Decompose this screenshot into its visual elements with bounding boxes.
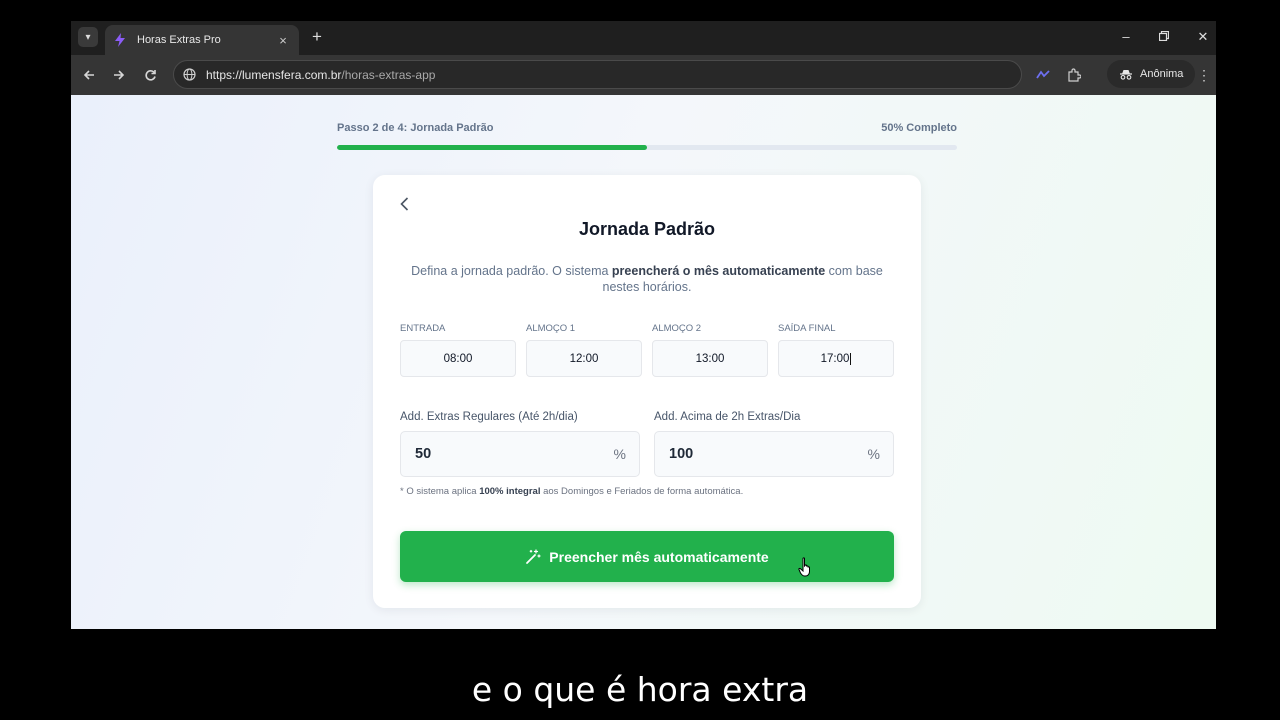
magic-wand-icon (525, 548, 541, 565)
note-part-2: aos Domingos e Feriados de forma automát… (540, 486, 744, 497)
percent-sign: % (867, 446, 880, 462)
time-field-entrada: Entrada 08:00 (400, 323, 516, 377)
time-field-almoco-1: Almoço 1 12:00 (526, 323, 642, 377)
forward-icon[interactable] (109, 65, 129, 85)
tab-title: Horas Extras Pro (137, 34, 221, 46)
incognito-icon (1119, 69, 1133, 80)
text-caret (850, 352, 852, 365)
time-label: Almoço 2 (652, 323, 702, 334)
video-subtitle: e o que é hora extra (471, 670, 809, 709)
back-chevron-icon[interactable] (395, 195, 413, 213)
note-part-1: * O sistema aplica (400, 486, 480, 497)
extras-regulares-label: Add. Extras Regulares (Até 2h/dia) (400, 411, 578, 423)
app-page: Passo 2 de 4: Jornada Padrão 50% Complet… (71, 95, 1216, 629)
extras-acima-field: Add. Acima de 2h Extras/Dia 100 % (654, 411, 894, 477)
address-bar[interactable]: https://lumensfera.com.br/horas-extras-a… (173, 60, 1022, 89)
extras-acima-input[interactable]: 100 % (654, 431, 894, 477)
extras-regulares-field: Add. Extras Regulares (Até 2h/dia) 50 % (400, 411, 640, 477)
desc-bold: preencherá o mês automaticamente (611, 264, 826, 278)
extras-acima-label: Add. Acima de 2h Extras/Dia (654, 411, 801, 423)
tab-strip: ▾ Horas Extras Pro × + – ✕ (71, 21, 1216, 55)
url-text: https://lumensfera.com.br/horas-extras-a… (206, 68, 435, 82)
browser-window: ▾ Horas Extras Pro × + – ✕ https://lumen… (71, 21, 1216, 629)
time-label: Almoço 1 (526, 323, 576, 334)
new-tab-button[interactable]: + (307, 27, 327, 47)
card-title: Jornada Padrão (578, 219, 716, 239)
site-info-icon[interactable] (182, 68, 196, 82)
url-path: /horas-extras-app (341, 67, 436, 82)
close-icon[interactable]: × (275, 33, 291, 48)
time-fields: Entrada 08:00 Almoço 1 12:00 Almoço 2 13… (400, 323, 894, 377)
time-value: 17:00 (820, 352, 850, 365)
browser-toolbar: https://lumensfera.com.br/horas-extras-a… (71, 55, 1216, 95)
jornada-card: Jornada Padrão Defina a jornada padrão. … (373, 175, 921, 608)
percent-sign: % (613, 446, 626, 462)
almoco-1-input[interactable]: 12:00 (526, 340, 642, 377)
progress-bar (337, 145, 957, 150)
note-bold: 100% integral (479, 486, 541, 497)
progress-header: Passo 2 de 4: Jornada Padrão 50% Complet… (337, 122, 957, 134)
desc-part-1: Defina a jornada padrão. O sistema (411, 264, 612, 278)
auto-fill-label: Preencher mês automaticamente (549, 548, 769, 565)
reload-icon[interactable] (140, 65, 160, 85)
time-field-saida-final: Saída Final 17:00 (778, 323, 894, 377)
pct-value: 100 (669, 446, 694, 462)
menu-icon[interactable]: ⋮ (1194, 65, 1214, 85)
pct-value: 50 (415, 446, 432, 462)
window-close-icon[interactable]: ✕ (1193, 29, 1213, 45)
time-field-almoco-2: Almoço 2 13:00 (652, 323, 768, 377)
almoco-2-input[interactable]: 13:00 (652, 340, 768, 377)
time-label: Saída Final (778, 323, 836, 334)
extensions-icon[interactable] (1064, 65, 1084, 85)
time-label: Entrada (400, 323, 446, 334)
time-value: 12:00 (569, 352, 599, 365)
saida-final-input[interactable]: 17:00 (778, 340, 894, 377)
entrada-input[interactable]: 08:00 (400, 340, 516, 377)
progress-bar-fill (337, 145, 647, 150)
integral-note: * O sistema aplica 100% integral aos Dom… (400, 486, 743, 497)
url-main: https://lumensfera.com.br (206, 67, 342, 82)
back-icon[interactable] (79, 65, 99, 85)
auto-fill-button[interactable]: Preencher mês automaticamente (400, 531, 894, 582)
minimize-icon[interactable]: – (1116, 29, 1136, 44)
bolt-favicon-icon (113, 33, 127, 47)
restore-icon[interactable] (1154, 29, 1174, 44)
card-description: Defina a jornada padrão. O sistema preen… (403, 263, 891, 295)
incognito-badge[interactable]: Anônima (1107, 60, 1196, 88)
tab-horas-extras[interactable]: Horas Extras Pro × (105, 25, 299, 55)
extras-regulares-input[interactable]: 50 % (400, 431, 640, 477)
incognito-label: Anônima (1140, 68, 1184, 80)
step-label: Passo 2 de 4: Jornada Padrão (337, 122, 494, 134)
extras-fields: Add. Extras Regulares (Até 2h/dia) 50 % … (400, 411, 894, 477)
time-value: 13:00 (695, 352, 725, 365)
extension-pin-icon[interactable] (1033, 65, 1053, 85)
tab-search-icon[interactable]: ▾ (78, 27, 98, 47)
percent-label: 50% Completo (881, 122, 957, 134)
time-value: 08:00 (443, 352, 473, 365)
